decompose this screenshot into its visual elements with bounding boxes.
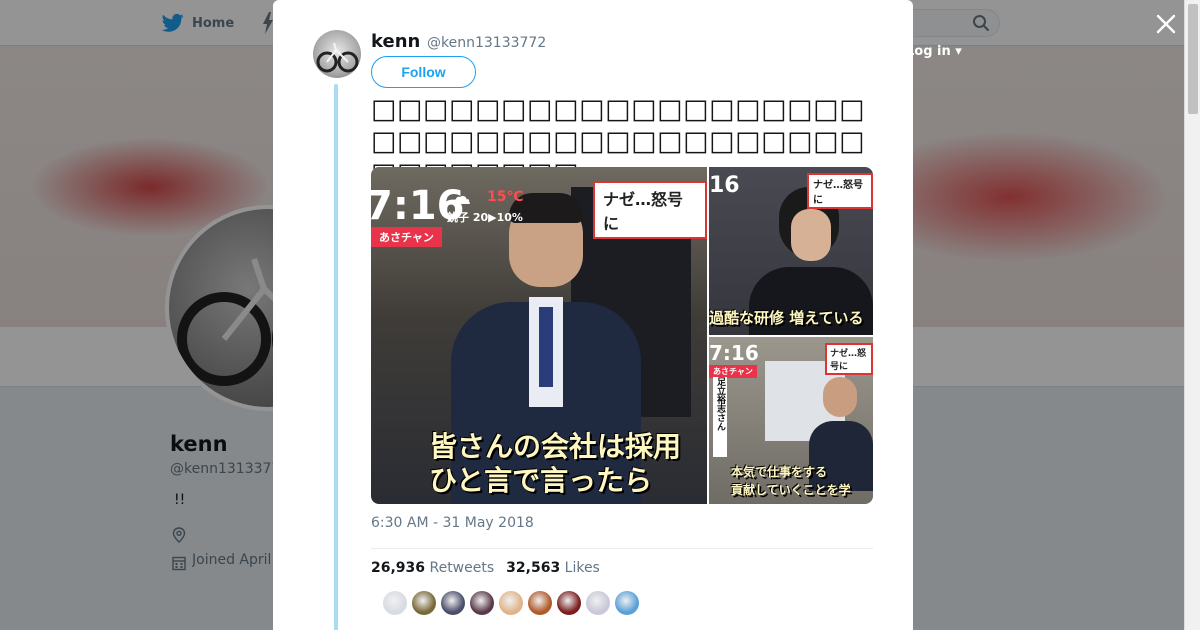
divider (371, 548, 873, 549)
likes-stat[interactable]: 32,563 Likes (506, 560, 600, 576)
tv-subtitle-bottom-right-1: 本気で仕事をする (731, 465, 828, 479)
tv-badge-main: あさチャン (371, 227, 442, 247)
retweets-label: Retweets (429, 560, 495, 576)
tweet-media[interactable]: 7:16 ☁ 15℃ 銚子 20▶10% あさチャン ナゼ…怒号に 皆さんの会社… (371, 167, 873, 504)
tweet-modal: kenn @kenn13133772 Follow □□□□□□□□□□□□□□… (273, 0, 913, 630)
liker-avatar[interactable] (586, 591, 610, 615)
follow-button[interactable]: Follow (371, 56, 476, 88)
liker-avatar[interactable] (470, 591, 494, 615)
liker-avatar[interactable] (615, 591, 639, 615)
media-photo-top-right[interactable]: 16 ナゼ…怒号に 過酷な研修 増えている (709, 167, 873, 335)
tv-caption-main: ナゼ…怒号に (593, 181, 707, 239)
tv-weather-icon: ☁ (449, 185, 471, 210)
tv-city-main: 銚子 20▶10% (447, 211, 523, 224)
tv-caption-top-right: ナゼ…怒号に (807, 173, 873, 209)
bicycle-avatar-photo (316, 42, 359, 73)
scrollbar-thumb[interactable] (1188, 4, 1198, 114)
liker-avatar[interactable] (441, 591, 465, 615)
tweet-timestamp[interactable]: 6:30 AM - 31 May 2018 (371, 515, 534, 531)
author-name[interactable]: kenn (371, 31, 420, 52)
tv-caption-bottom-right: ナゼ…怒号に (825, 343, 873, 375)
media-photo-main[interactable]: 7:16 ☁ 15℃ 銚子 20▶10% あさチャン ナゼ…怒号に 皆さんの会社… (371, 167, 707, 504)
tweet-stats: 26,936 Retweets 32,563 Likes (371, 560, 600, 576)
retweets-count: 26,936 (371, 560, 426, 576)
tv-subtitle-main-2: ひと言で言ったら (429, 464, 653, 497)
close-icon[interactable] (1155, 13, 1177, 35)
retweets-stat[interactable]: 26,936 Retweets (371, 560, 494, 576)
liker-avatars (383, 591, 639, 615)
thread-line (334, 84, 338, 630)
media-photo-bottom-right[interactable]: 7:16 ナゼ…怒号に あさチャン 足立裕志さん 本気で仕事をする 貢献していく… (709, 337, 873, 504)
liker-avatar[interactable] (528, 591, 552, 615)
tv-clock-top-right: 16 (709, 173, 740, 198)
tv-clock-bottom-right: 7:16 (709, 341, 759, 365)
author-avatar[interactable] (313, 30, 361, 78)
liker-avatar[interactable] (412, 591, 436, 615)
scrollbar[interactable] (1184, 0, 1200, 630)
author-handle[interactable]: @kenn13133772 (427, 35, 546, 51)
tv-temp-main: 15℃ (487, 189, 524, 205)
login-link[interactable]: Log in ▾ (906, 44, 962, 59)
liker-avatar[interactable] (383, 591, 407, 615)
liker-avatar[interactable] (499, 591, 523, 615)
likes-label: Likes (564, 560, 600, 576)
tv-subtitle-bottom-right-2: 貢献していくことを学 (731, 483, 851, 497)
tv-subtitle-top-right: 過酷な研修 増えている (709, 309, 864, 327)
tv-name-plate: 足立裕志さん (713, 377, 727, 457)
liker-avatar[interactable] (557, 591, 581, 615)
likes-count: 32,563 (506, 560, 561, 576)
